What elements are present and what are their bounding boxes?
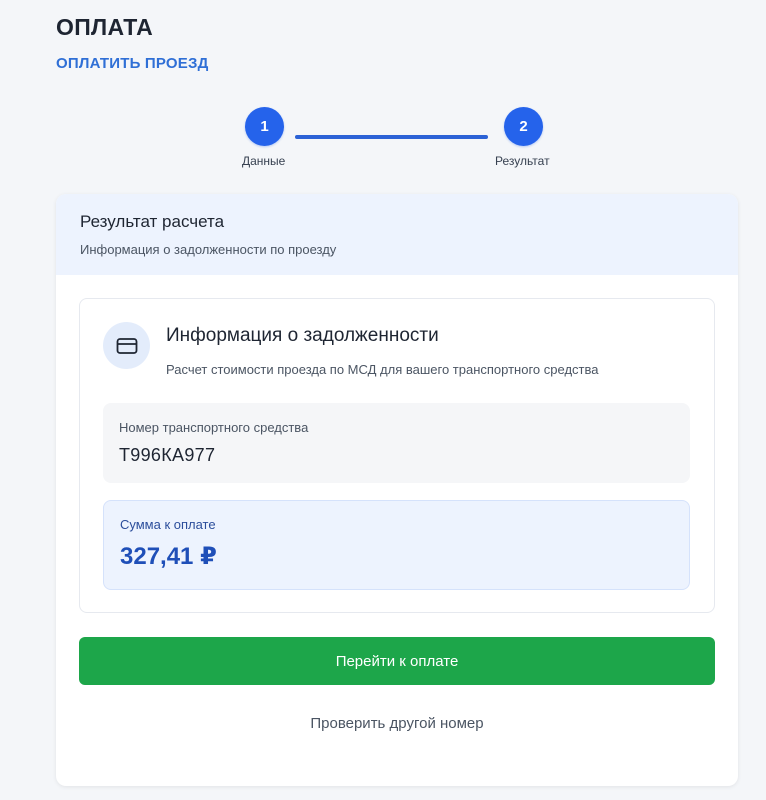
credit-card-icon [103,322,150,369]
step-2-circle[interactable]: 2 [504,107,543,146]
debt-info-box: Информация о задолженности Расчет стоимо… [79,298,715,613]
step-1-circle[interactable]: 1 [245,107,284,146]
vehicle-number-label: Номер транспортного средства [119,420,309,435]
vehicle-number-value: Т996КА977 [119,445,216,465]
go-to-payment-button[interactable]: Перейти к оплате [79,637,715,685]
amount-due-label: Сумма к оплате [120,517,216,532]
result-card-header: Результат расчета Информация о задолженн… [56,194,738,275]
debt-info-title: Информация о задолженности [166,325,439,346]
debt-info-description: Расчет стоимости проезда по МСД для ваше… [166,362,599,377]
step-2-label: Результат [495,154,550,168]
check-other-number-link[interactable]: Проверить другой номер [56,715,738,732]
vehicle-number-field: Номер транспортного средства Т996КА977 [103,403,690,483]
result-card: Результат расчета Информация о задолженн… [56,194,738,786]
step-1-label: Данные [242,154,286,168]
amount-due-field: Сумма к оплате 327,41 ₽ [103,500,690,590]
stepper: 1 2 Данные Результат [0,106,766,176]
amount-due-value: 327,41 ₽ [120,543,217,570]
result-card-title: Результат расчета [80,212,225,231]
result-card-subtitle: Информация о задолженности по проезду [80,242,337,257]
stepper-progress-line [295,135,488,139]
pay-trip-link[interactable]: ОПЛАТИТЬ ПРОЕЗД [56,55,208,72]
page-title: ОПЛАТА [56,14,154,40]
